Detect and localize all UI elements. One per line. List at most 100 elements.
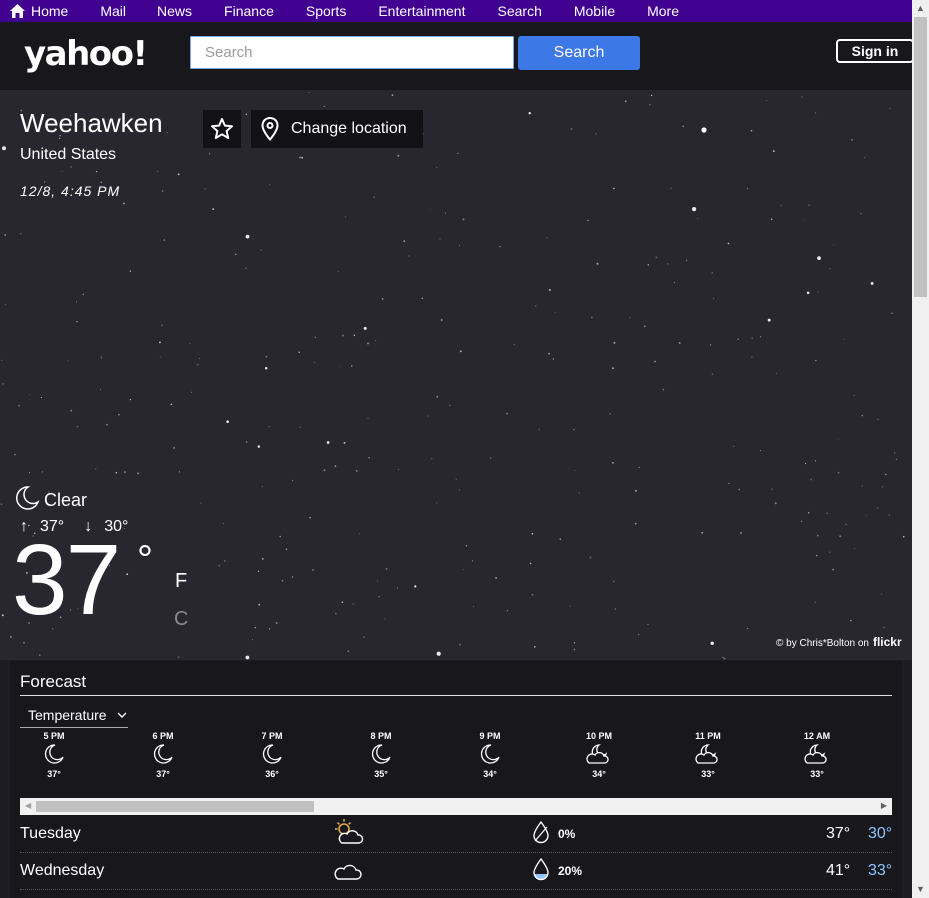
nav-mobile-label: Mobile — [573, 3, 616, 19]
change-location-button[interactable]: Change location — [251, 110, 423, 148]
search-button[interactable]: Search — [518, 36, 640, 70]
top-nav: Home Mail News Finance Sports Entertainm… — [0, 0, 912, 22]
moon-icon — [351, 741, 411, 767]
hourly-forecast: 5 PM 37° 6 PM 37° 7 PM 36° 8 PM 35° 9 PM 34° 10 PM… — [20, 731, 892, 793]
sign-in-button[interactable]: Sign in — [836, 39, 914, 63]
hour-time: 12 AM — [803, 731, 831, 741]
location-pin-icon — [261, 117, 279, 141]
photo-credit-text: © by Chris*Bolton on — [776, 638, 869, 649]
forecast-metric-select[interactable]: Temperature — [20, 703, 128, 728]
hour-temp: 36° — [265, 769, 279, 779]
hourly-item: 6 PM 37° — [133, 731, 193, 779]
search-input[interactable] — [190, 36, 514, 69]
change-location-label: Change location — [291, 120, 407, 137]
nav-more-label: More — [647, 3, 680, 19]
hour-temp: 37° — [47, 769, 61, 779]
hourly-item: 8 PM 35° — [351, 731, 411, 779]
nav-sports-label: Sports — [305, 3, 347, 19]
nav-entertainment[interactable]: Entertainment — [378, 3, 465, 19]
hour-temp: 34° — [483, 769, 497, 779]
nav-news[interactable]: News — [157, 3, 192, 19]
hour-time: 5 PM — [43, 731, 65, 741]
photo-credit[interactable]: © by Chris*Bolton on flickr — [776, 635, 902, 649]
precip-chance: 20% — [558, 864, 583, 878]
day-name: Wednesday — [20, 862, 105, 879]
forecast-metric-label: Temperature — [28, 707, 107, 723]
day-high: 37° — [826, 825, 851, 842]
hourly-item: 11 PM 33° — [678, 731, 738, 779]
hour-time: 10 PM — [585, 731, 612, 741]
hourly-scrollbar[interactable]: ◀ ▶ — [20, 798, 892, 815]
favorite-button[interactable] — [203, 110, 241, 148]
nav-search[interactable]: Search — [498, 3, 542, 19]
star-icon — [211, 118, 233, 139]
nav-entertainment-label: Entertainment — [378, 3, 466, 19]
moon-icon — [460, 741, 520, 767]
moon-icon — [242, 741, 302, 767]
condition-text: Clear — [44, 490, 88, 510]
forecast-title: Forecast — [20, 672, 87, 691]
moon-cloud-icon — [678, 741, 738, 767]
forecast-divider — [20, 695, 892, 696]
nav-search-label: Search — [497, 3, 542, 19]
hour-time: 9 PM — [479, 731, 501, 741]
moon-cloud-icon — [569, 741, 629, 767]
nav-home[interactable]: Home — [10, 3, 68, 19]
nav-mobile[interactable]: Mobile — [574, 3, 615, 19]
nav-more[interactable]: More — [647, 3, 679, 19]
nav-home-label: Home — [31, 3, 69, 19]
local-datetime: 12/8, 4:45 PM — [20, 183, 121, 199]
degree-symbol: ° — [137, 538, 153, 582]
home-icon — [10, 4, 25, 18]
scroll-left-arrow-icon[interactable]: ◀ — [25, 801, 31, 810]
hourly-item: 12 AM 33° — [787, 731, 847, 779]
unit-celsius-toggle[interactable]: C — [174, 608, 188, 631]
current-temperature: 37 — [12, 524, 121, 636]
precip-chance: 0% — [558, 827, 576, 841]
hourly-scroll-thumb[interactable] — [36, 801, 314, 812]
nav-sports[interactable]: Sports — [306, 3, 346, 19]
nav-news-label: News — [157, 3, 193, 19]
nav-finance-label: Finance — [224, 3, 274, 19]
scroll-down-arrow-icon[interactable]: ▼ — [912, 881, 929, 898]
country-name: United States — [20, 146, 117, 163]
yahoo-logo[interactable]: yahoo! — [24, 34, 148, 74]
drop-empty-icon — [533, 820, 549, 844]
hourly-item: 5 PM 37° — [24, 731, 84, 779]
day-name: Tuesday — [20, 825, 81, 842]
nav-mail-label: Mail — [100, 3, 127, 19]
city-name: Weehawken — [20, 108, 163, 138]
day-low: 33° — [868, 862, 893, 879]
scroll-right-arrow-icon[interactable]: ▶ — [881, 801, 887, 810]
nav-finance[interactable]: Finance — [224, 3, 274, 19]
page-scrollbar[interactable]: ▲ ▼ — [912, 0, 929, 898]
unit-fahrenheit-toggle[interactable]: F — [175, 570, 187, 593]
hourly-item: 10 PM 34° — [569, 731, 629, 779]
sun-cloud-icon — [335, 819, 364, 844]
daily-row: Tuesday 0% 37° 30° — [20, 816, 892, 853]
hour-temp: 34° — [592, 769, 606, 779]
hour-temp: 33° — [701, 769, 715, 779]
hour-temp: 35° — [374, 769, 388, 779]
header: yahoo! Search Sign in — [0, 22, 914, 90]
hour-time: 8 PM — [370, 731, 392, 741]
page-scroll-thumb[interactable] — [914, 17, 927, 297]
moon-cloud-icon — [787, 741, 847, 767]
hourly-item: 9 PM 34° — [460, 731, 520, 779]
cloud-icon — [334, 864, 362, 880]
day-low: 30° — [868, 825, 893, 842]
weather-hero: Weehawken United States 12/8, 4:45 PM Ch… — [0, 90, 912, 660]
hour-time: 7 PM — [261, 731, 283, 741]
hour-temp: 33° — [810, 769, 824, 779]
hourly-item: 7 PM 36° — [242, 731, 302, 779]
hour-time: 6 PM — [152, 731, 174, 741]
drop-partial-icon — [533, 857, 549, 881]
scroll-up-arrow-icon[interactable]: ▲ — [912, 0, 929, 17]
day-high: 41° — [826, 862, 851, 879]
daily-row: Wednesday 20% 41° 33° — [20, 853, 892, 890]
nav-mail[interactable]: Mail — [100, 3, 126, 19]
moon-icon — [133, 741, 193, 767]
chevron-down-icon — [117, 712, 127, 718]
forecast-panel: Forecast Temperature 5 PM 37° 6 PM 37° 7 PM 3… — [10, 661, 902, 898]
moon-icon — [24, 741, 84, 767]
